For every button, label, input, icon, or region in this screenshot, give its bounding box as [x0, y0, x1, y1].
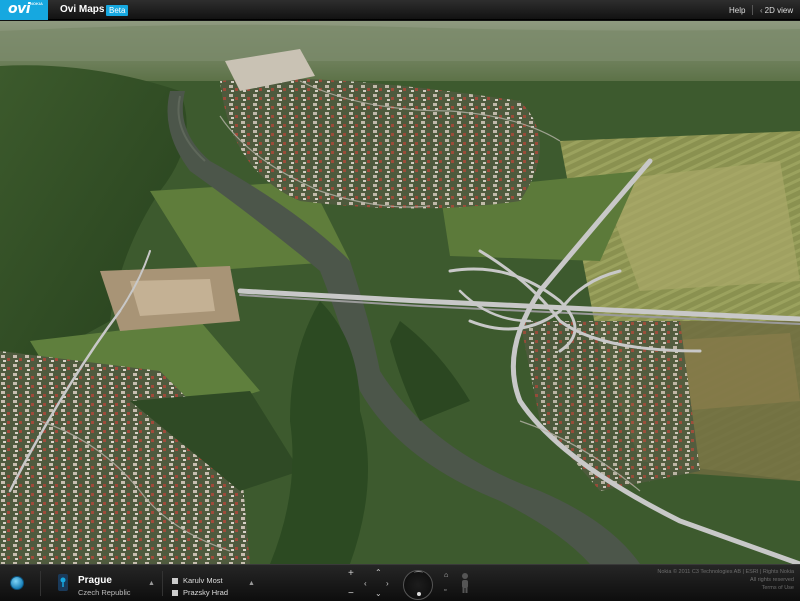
pan-down-icon[interactable]: ⌄: [375, 590, 382, 598]
poi-square-icon: [172, 590, 178, 597]
compass-north-mark: [414, 571, 423, 575]
legal-copyright: Nokia © 2011 C3 Technologies AB | ESRI |…: [657, 569, 794, 575]
current-city[interactable]: Prague: [78, 575, 112, 586]
logo-text: ovi: [8, 1, 31, 17]
zoom-in-button[interactable]: +: [348, 569, 354, 579]
tilt-down-icon[interactable]: ▫: [444, 587, 446, 594]
beta-badge: Beta: [106, 5, 129, 16]
poi-square-icon: [172, 578, 178, 585]
legal-rights: All rights reserved: [749, 577, 794, 583]
help-link[interactable]: Help: [729, 6, 745, 15]
poi-item[interactable]: Karulv Most: [172, 576, 223, 585]
location-pin-icon: [58, 574, 68, 591]
poi-label: Karulv Most: [183, 576, 223, 585]
zoom-out-button[interactable]: −: [348, 589, 354, 599]
toolbar-divider: [162, 571, 163, 596]
toolbar-divider: [40, 571, 41, 596]
poi-item[interactable]: Prazsky Hrad: [172, 588, 228, 597]
2d-view-label: 2D view: [764, 6, 794, 15]
chevron-up-icon[interactable]: ▲: [248, 580, 255, 587]
chevron-up-icon[interactable]: ▲: [148, 580, 155, 587]
aerial-map-render: [0, 21, 800, 564]
compass-dot-icon: [417, 592, 421, 596]
top-bar: ovi NOKIA Ovi Maps 3D Beta Help ‹ 2D view: [0, 0, 800, 20]
poi-label: Prazsky Hrad: [183, 588, 229, 597]
pan-left-icon[interactable]: ‹: [364, 580, 367, 588]
legal-notice: Nokia © 2011 C3 Technologies AB | ESRI |…: [628, 568, 794, 592]
ovi-logo[interactable]: ovi NOKIA: [0, 0, 48, 20]
header-divider: [752, 5, 753, 15]
terms-of-use-link[interactable]: Terms of Use: [628, 584, 794, 592]
map-3d-view[interactable]: [0, 21, 800, 564]
tilt-up-icon[interactable]: ⌂: [444, 572, 448, 579]
chevron-left-icon: ‹: [760, 6, 763, 15]
globe-icon[interactable]: [10, 576, 24, 590]
pan-right-icon[interactable]: ›: [386, 580, 389, 588]
2d-view-toggle[interactable]: ‹ 2D view: [760, 6, 793, 15]
current-country: Czech Republic: [78, 588, 131, 597]
bottom-toolbar: Prague Czech Republic ▲ Karulv Most Praz…: [0, 564, 800, 601]
logo-nokia-text: NOKIA: [30, 1, 43, 6]
street-view-person-icon[interactable]: [459, 572, 471, 594]
pan-up-icon[interactable]: ⌃: [375, 569, 382, 577]
